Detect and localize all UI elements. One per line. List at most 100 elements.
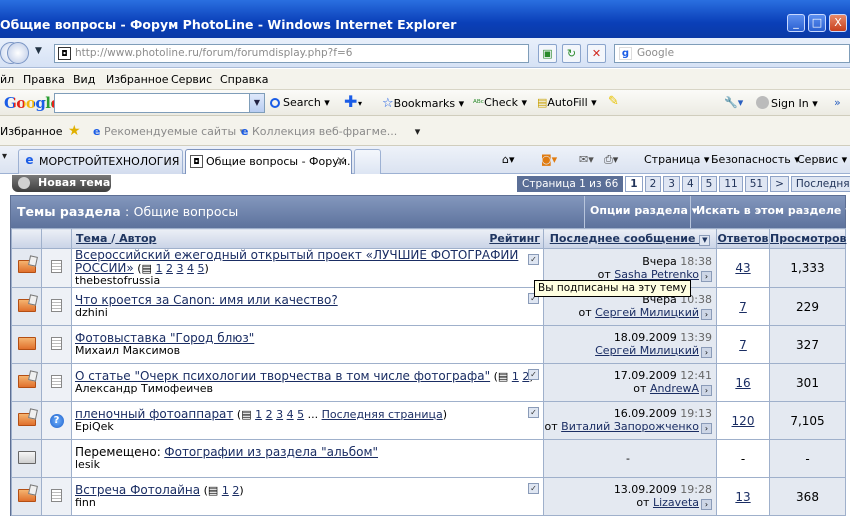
print-icon[interactable]: ⎙▾: [604, 153, 618, 167]
tab-list-icon[interactable]: ▾: [2, 151, 7, 162]
thread-page-link[interactable]: 1: [255, 408, 262, 421]
subscribed-check-icon[interactable]: ✓: [528, 483, 539, 494]
thread-author[interactable]: finn: [75, 496, 96, 509]
compatibility-icon[interactable]: ▣: [538, 44, 557, 63]
web-slice-gallery-link[interactable]: e Коллекция веб-фрагме... ▾: [241, 125, 420, 138]
thread-author[interactable]: Александр Тимофеичев: [75, 382, 213, 395]
menu-view[interactable]: Вид: [73, 73, 95, 86]
refresh-icon[interactable]: ↻: [562, 44, 581, 63]
stop-icon[interactable]: ✕: [587, 44, 606, 63]
replies-link[interactable]: 43: [735, 261, 750, 275]
thread-page-link[interactable]: 3: [176, 262, 183, 275]
go-to-last-post-icon[interactable]: ›: [701, 347, 712, 358]
thread-page-link[interactable]: 5: [197, 262, 204, 275]
tools-menu[interactable]: Сервис ▾: [797, 153, 847, 166]
search-box[interactable]: g Google: [614, 44, 850, 63]
last-thread-page-link[interactable]: Последняя страница: [322, 408, 443, 421]
go-to-last-post-icon[interactable]: ›: [701, 385, 712, 396]
thread-title-link[interactable]: Что кроется за Canon: имя или качество?: [75, 293, 338, 307]
subscribed-check-icon[interactable]: ✓: [528, 254, 539, 265]
google-search-input[interactable]: ▼: [54, 93, 265, 113]
thread-title-link[interactable]: пленочный фотоаппарат: [75, 407, 233, 421]
suggested-sites-link[interactable]: e Рекомендуемые сайты ▾: [93, 125, 245, 138]
subscribed-check-icon[interactable]: ✓: [528, 407, 539, 418]
thread-page-link[interactable]: 1: [222, 484, 229, 497]
menu-tools[interactable]: Сервис: [171, 73, 212, 86]
more-icon[interactable]: »: [834, 96, 841, 109]
thread-page-link[interactable]: 2: [232, 484, 239, 497]
highlight-icon[interactable]: ✎: [608, 94, 619, 109]
feeds-icon[interactable]: ◙▾: [541, 153, 557, 166]
tab-forum[interactable]: ◘ Общие вопросы - Форум... ✕: [185, 149, 352, 174]
last-poster-link[interactable]: Sasha Petrenko: [614, 268, 699, 281]
page-link[interactable]: 1: [625, 176, 643, 192]
thread-page-link[interactable]: 4: [187, 262, 194, 275]
safety-menu[interactable]: Безопасность ▾: [711, 153, 800, 166]
close-tab-icon[interactable]: ✕: [336, 150, 346, 173]
sort-by-rating-link[interactable]: Рейтинг: [489, 232, 540, 245]
wrench-icon[interactable]: 🔧▾: [724, 96, 743, 109]
new-tab-button[interactable]: [354, 149, 381, 174]
menu-file[interactable]: йл: [0, 73, 14, 86]
thread-title-link[interactable]: О статье "Очерк психологии творчества в …: [75, 369, 490, 383]
page-link[interactable]: 2: [644, 176, 662, 192]
mail-icon[interactable]: ✉▾: [579, 153, 594, 166]
thread-author[interactable]: EpiQek: [75, 420, 114, 433]
thread-page-link[interactable]: 5: [297, 408, 304, 421]
replies-link[interactable]: 7: [739, 300, 747, 314]
page-link[interactable]: 11: [719, 176, 743, 192]
replies-link[interactable]: 16: [735, 376, 750, 390]
google-search-button[interactable]: Search ▾: [270, 96, 330, 109]
go-to-last-post-icon[interactable]: ›: [701, 423, 712, 434]
new-topic-button[interactable]: Новая тема: [12, 175, 111, 192]
page-link[interactable]: 3: [663, 176, 680, 192]
thread-author[interactable]: Михаил Максимов: [75, 344, 180, 357]
forum-options-button[interactable]: Опции раздела ▾: [584, 196, 697, 228]
page-link[interactable]: 4: [681, 176, 699, 192]
chevron-down-icon[interactable]: ▼: [249, 94, 264, 112]
sort-desc-icon[interactable]: ▼: [699, 234, 711, 246]
tab-morstroytech[interactable]: e МОРСТРОЙТЕХНОЛОГИЯ: [18, 149, 183, 174]
thread-page-link[interactable]: 2: [166, 262, 173, 275]
page-link[interactable]: 5: [700, 176, 718, 192]
last-poster-link[interactable]: Сергей Милицкий: [595, 344, 699, 357]
minimize-button[interactable]: _: [787, 14, 805, 32]
close-window-button[interactable]: X: [829, 14, 847, 32]
menu-favorites[interactable]: Избранное: [106, 73, 168, 86]
signin-button[interactable]: Sign In ▾: [756, 96, 818, 110]
autofill-button[interactable]: ▤AutoFill ▾: [537, 96, 597, 109]
sort-by-replies-link[interactable]: Ответов: [717, 232, 768, 245]
thread-title-link[interactable]: Фотовыставка "Город блюз": [75, 331, 254, 345]
home-icon[interactable]: ⌂▾: [502, 153, 515, 166]
last-poster-link[interactable]: Виталий Запорожченко: [561, 420, 699, 433]
thread-author[interactable]: dzhini: [75, 306, 108, 319]
sort-by-topic-link[interactable]: Тема: [76, 232, 107, 245]
maximize-button[interactable]: □: [808, 14, 826, 32]
forward-icon[interactable]: [7, 42, 29, 64]
page-link[interactable]: 51: [744, 176, 769, 192]
thread-author[interactable]: thebestofrussia: [75, 274, 160, 287]
add-favorite-star-icon[interactable]: ★: [68, 123, 81, 139]
next-page-link[interactable]: >: [770, 176, 789, 192]
go-to-last-post-icon[interactable]: ›: [701, 499, 712, 510]
go-to-last-post-icon[interactable]: ›: [701, 270, 712, 282]
replies-link[interactable]: 13: [735, 490, 750, 504]
thread-page-link[interactable]: 2: [266, 408, 273, 421]
sort-by-author-link[interactable]: Автор: [119, 232, 156, 245]
thread-page-link[interactable]: 4: [287, 408, 294, 421]
last-poster-link[interactable]: AndrewA: [650, 382, 699, 395]
thread-page-link[interactable]: 1: [512, 370, 519, 383]
search-forum-button[interactable]: Искать в этом разделе ▾: [690, 196, 850, 228]
thread-author[interactable]: lesik: [75, 458, 100, 471]
bookmarks-button[interactable]: ☆Bookmarks ▾: [382, 96, 464, 111]
page-menu[interactable]: Страница ▾: [644, 153, 709, 166]
go-to-last-post-icon[interactable]: ›: [701, 309, 712, 320]
last-poster-link[interactable]: Сергей Милицкий: [595, 306, 699, 319]
last-page-link[interactable]: Последняя »: [790, 176, 850, 192]
last-poster-link[interactable]: Lizaveta: [653, 496, 699, 509]
moved-thread-link[interactable]: Фотографии из раздела "альбом": [164, 445, 378, 459]
menu-help[interactable]: Справка: [220, 73, 268, 86]
subscribed-check-icon[interactable]: ✓: [528, 369, 539, 380]
favorites-label[interactable]: Избранное: [0, 125, 62, 138]
chevron-down-icon[interactable]: ▾: [358, 99, 362, 108]
